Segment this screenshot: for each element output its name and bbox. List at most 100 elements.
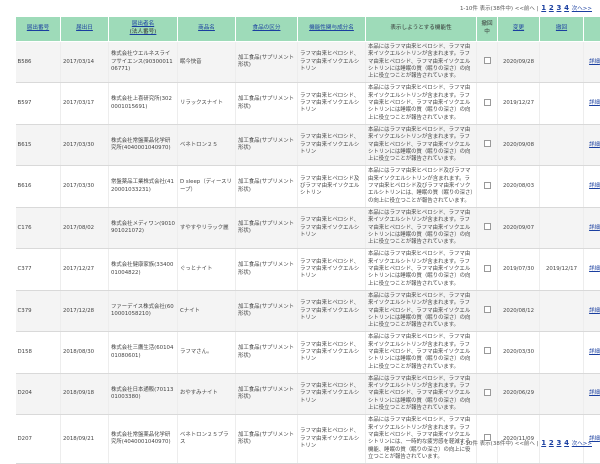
pager-next-link[interactable]: 次へ>>: [572, 6, 592, 12]
detail-link[interactable]: 詳細: [589, 390, 600, 396]
cell-change: 2020/03/30: [498, 332, 540, 373]
header-withdrawn: 撤回中: [477, 17, 498, 42]
pager-page-3[interactable]: 3: [557, 439, 562, 447]
pager-page-1[interactable]: 1: [541, 4, 546, 12]
header-company-label: 届出者名: [132, 21, 154, 27]
detail-link[interactable]: 詳細: [589, 142, 600, 148]
detail-link[interactable]: 詳細: [589, 59, 600, 65]
cell-detail: 詳細: [584, 332, 600, 373]
cell-withdraw: 2019/12/17: [540, 249, 584, 290]
cell-change: 2020/09/07: [498, 207, 540, 248]
withdrawn-checkbox: [484, 265, 491, 272]
cell-id: D204: [16, 373, 61, 414]
header-change[interactable]: 変更: [498, 17, 540, 42]
table-row: D2042018/09/18株式会社日本通販(7011301003380)おやす…: [16, 373, 600, 414]
cell-company: ファーデイス株式会社(6010001058210): [109, 290, 178, 331]
cell-change: 2019/12/27: [498, 83, 540, 124]
withdrawn-checkbox: [484, 182, 491, 189]
cell-category: 加工食品(サプリメント形状): [236, 83, 298, 124]
cell-detail: 詳細: [584, 83, 600, 124]
pager-page-2[interactable]: 2: [549, 439, 554, 447]
detail-link[interactable]: 詳細: [589, 225, 600, 231]
cell-date: 2017/12/28: [61, 290, 109, 331]
cell-date: 2017/08/02: [61, 207, 109, 248]
pager-page-2[interactable]: 2: [549, 4, 554, 12]
cell-date: 2018/08/30: [61, 332, 109, 373]
cell-ingredient: ラフマ由来ヒペロシド、ラフマ由来イソクエルシトリン: [298, 83, 366, 124]
cell-date: 2017/03/17: [61, 83, 109, 124]
cell-detail: 詳細: [584, 373, 600, 414]
header-detail: [584, 17, 600, 42]
detail-link[interactable]: 詳細: [589, 183, 600, 189]
table-row: D1582018/08/30株式会社三鷹生活(6010401080601)ラフマ…: [16, 332, 600, 373]
detail-link[interactable]: 詳細: [589, 308, 600, 314]
cell-withdraw: [540, 290, 584, 331]
cell-change: 2019/07/30: [498, 249, 540, 290]
cell-withdraw: [540, 42, 584, 83]
cell-change: 2020/09/28: [498, 42, 540, 83]
cell-withdrawn: [477, 42, 498, 83]
cell-product: ベネトロン２５プラス: [178, 415, 236, 464]
header-company-sub: (法人番号): [130, 29, 157, 35]
table-row: B6162017/03/30常盤薬品工業株式会社(4120001033231)D…: [16, 166, 600, 207]
pager-summary: 1-10件 表示(38件中) <<前へ |: [460, 441, 539, 447]
cell-detail: 詳細: [584, 249, 600, 290]
cell-company: 常盤薬品工業株式会社(4120001033231): [109, 166, 178, 207]
cell-product: Cナイト: [178, 290, 236, 331]
cell-claim: 本品にはラフマ由来ヒペロシド、ラフマ由来イソクエルシトリンが含まれます。ラフマ由…: [366, 373, 477, 414]
cell-date: 2018/09/18: [61, 373, 109, 414]
cell-detail: 詳細: [584, 42, 600, 83]
cell-category: 加工食品(サプリメント形状): [236, 332, 298, 373]
header-withdraw[interactable]: 撤回: [540, 17, 584, 42]
cell-claim: 本品にはラフマ由来ヒペロシド、ラフマ由来イソクエルシトリンが含まれます。ラフマ由…: [366, 290, 477, 331]
header-category[interactable]: 食品の区分: [236, 17, 298, 42]
pager-bottom: 1-10件 表示(38件中) <<前へ | 1 2 3 4 次へ>>: [460, 439, 592, 447]
cell-date: 2017/03/30: [61, 124, 109, 165]
cell-category: 加工食品(サプリメント形状): [236, 373, 298, 414]
cell-id: C176: [16, 207, 61, 248]
cell-withdrawn: [477, 249, 498, 290]
cell-withdraw: [540, 124, 584, 165]
cell-withdraw: [540, 83, 584, 124]
cell-id: B597: [16, 83, 61, 124]
cell-id: B586: [16, 42, 61, 83]
cell-product: D sleep（ディースリープ）: [178, 166, 236, 207]
header-id[interactable]: 届出番号: [16, 17, 61, 42]
cell-withdrawn: [477, 290, 498, 331]
header-product[interactable]: 商品名: [178, 17, 236, 42]
cell-ingredient: ラフマ由来ヒペロシド、ラフマ由来イソクエルシトリン: [298, 249, 366, 290]
detail-link[interactable]: 詳細: [589, 349, 600, 355]
cell-category: 加工食品(サプリメント形状): [236, 415, 298, 464]
cell-claim: 本品にはラフマ由来ヒペロシド及びラフマ由来イソクエルシトリンが含まれます。ラフマ…: [366, 166, 477, 207]
cell-category: 加工食品(サプリメント形状): [236, 290, 298, 331]
table-row: B5972017/03/17株式会社上喜研究所(3020001015691)リラ…: [16, 83, 600, 124]
cell-ingredient: ラフマ由来ヒペロシド、ラフマ由来イソクエルシトリン: [298, 207, 366, 248]
cell-claim: 本品にはラフマ由来ヒペロシド、ラフマ由来イソクエルシトリンが含まれます。ラフマ由…: [366, 42, 477, 83]
pager-next-link[interactable]: 次へ>>: [572, 441, 592, 447]
cell-ingredient: ラフマ由来ヒペロシド、ラフマ由来イソクエルシトリン: [298, 290, 366, 331]
detail-link[interactable]: 詳細: [589, 266, 600, 272]
cell-withdrawn: [477, 124, 498, 165]
cell-withdrawn: [477, 207, 498, 248]
pager-page-4[interactable]: 4: [564, 4, 569, 12]
cell-withdrawn: [477, 166, 498, 207]
cell-company: 株式会社ウエルネスライフサイエンス(9030001106771): [109, 42, 178, 83]
cell-withdraw: [540, 207, 584, 248]
cell-product: ベネトロン２５: [178, 124, 236, 165]
cell-ingredient: ラフマ由来ヒペロシド、ラフマ由来イソクエルシトリン: [298, 373, 366, 414]
pager-page-1[interactable]: 1: [541, 439, 546, 447]
cell-ingredient: ラフマ由来ヒペロシド、ラフマ由来イソクエルシトリン: [298, 415, 366, 464]
table-header-row: 届出番号 届出日 届出者名 (法人番号) 商品名 食品の区分 機能性関与成分名 …: [16, 17, 600, 42]
detail-link[interactable]: 詳細: [589, 100, 600, 106]
cell-category: 加工食品(サプリメント形状): [236, 124, 298, 165]
pager-page-3[interactable]: 3: [557, 4, 562, 12]
cell-detail: 詳細: [584, 290, 600, 331]
withdrawn-checkbox: [484, 140, 491, 147]
cell-category: 加工食品(サプリメント形状): [236, 42, 298, 83]
cell-ingredient: ラフマ由来ヒペロシド、ラフマ由来イソクエルシトリン: [298, 124, 366, 165]
header-company[interactable]: 届出者名 (法人番号): [109, 17, 178, 42]
header-ingredient[interactable]: 機能性関与成分名: [298, 17, 366, 42]
cell-detail: 詳細: [584, 166, 600, 207]
header-date[interactable]: 届出日: [61, 17, 109, 42]
pager-page-4[interactable]: 4: [564, 439, 569, 447]
